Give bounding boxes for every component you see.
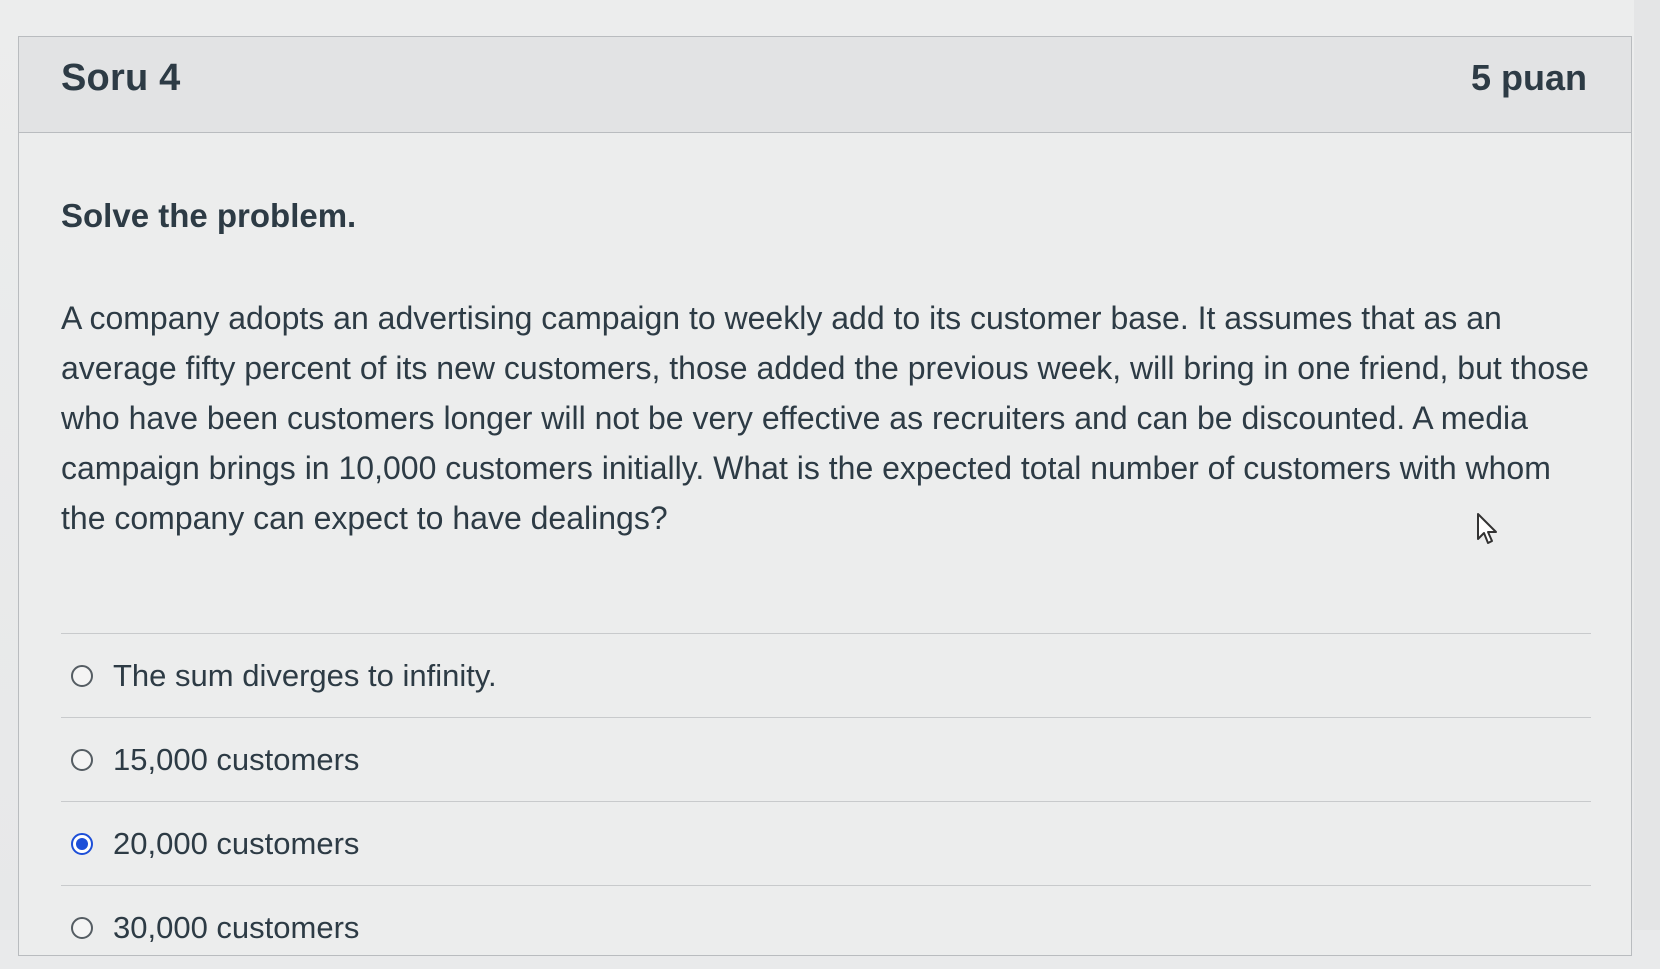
answer-option-1[interactable]: The sum diverges to infinity. [61, 633, 1591, 717]
answer-label[interactable]: 30,000 customers [113, 910, 359, 946]
question-title: Soru 4 [61, 57, 181, 99]
answer-label[interactable]: 15,000 customers [113, 742, 359, 778]
mouse-pointer-icon [1477, 513, 1497, 544]
question-card: Soru 4 5 puan Solve the problem. A compa… [18, 36, 1632, 956]
radio-unchecked-icon[interactable] [71, 748, 93, 771]
answer-label[interactable]: 20,000 customers [113, 826, 359, 862]
screen-edge [1634, 0, 1660, 930]
question-points: 5 puan [1470, 57, 1587, 98]
radio-unchecked-icon[interactable] [71, 916, 93, 939]
question-instruction: Solve the problem. [61, 197, 357, 234]
answer-label[interactable]: The sum diverges to infinity. [113, 658, 497, 694]
answer-option-4[interactable]: 30,000 customers [61, 885, 1591, 969]
question-text: A company adopts an advertising campaign… [61, 300, 1589, 536]
radio-checked-icon[interactable] [71, 832, 93, 855]
radio-unchecked-icon[interactable] [71, 664, 93, 687]
answer-list: The sum diverges to infinity. 15,000 cus… [61, 633, 1591, 969]
quiz-screen: Soru 4 5 puan Solve the problem. A compa… [0, 0, 1660, 956]
answer-option-3[interactable]: 20,000 customers [61, 801, 1591, 885]
question-body: Solve the problem. A company adopts an a… [61, 197, 1601, 543]
question-header: Soru 4 5 puan [19, 37, 1631, 133]
answer-option-2[interactable]: 15,000 customers [61, 717, 1591, 801]
